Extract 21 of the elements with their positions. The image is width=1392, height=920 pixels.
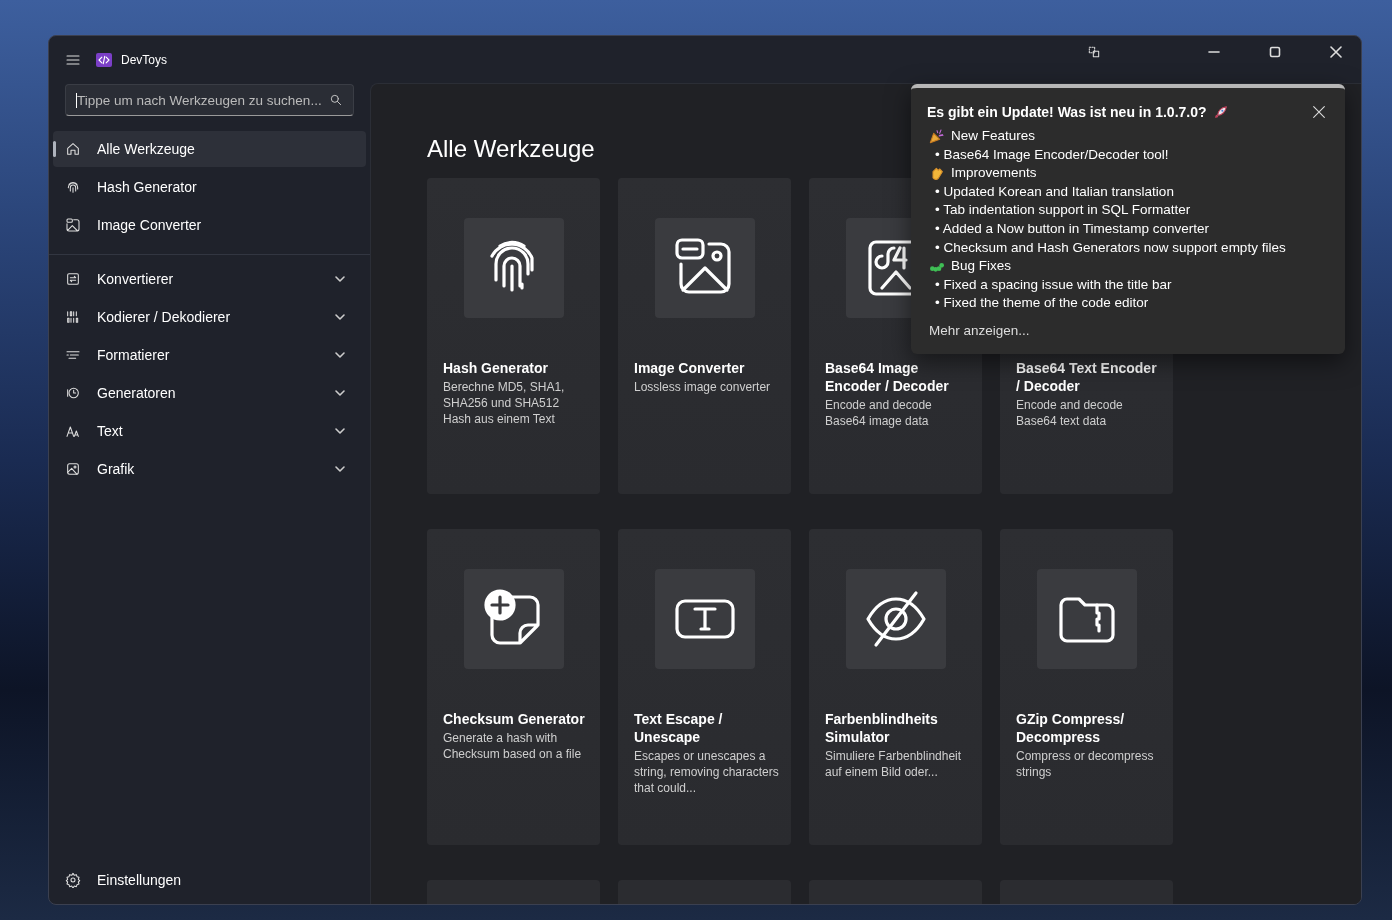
- card-title: Image Converter: [634, 359, 746, 377]
- card-description: Lossless image converter: [634, 379, 772, 395]
- card-title: Base64 Text Encoder / Decoder: [1016, 359, 1158, 395]
- card-title: Checksum Generator: [443, 710, 586, 728]
- release-note: • Base64 Image Encoder/Decoder tool!: [935, 145, 1169, 164]
- card-description: Encode and decode Base64 image data: [825, 397, 933, 429]
- card-title: Base64 Image Encoder / Decoder: [825, 359, 950, 395]
- section-heading: New Features: [951, 127, 1036, 145]
- page-title: Alle Werkzeuge: [427, 134, 595, 164]
- popup-title: Es gibt ein Update! Was ist neu in 1.0.7.0?: [927, 104, 1207, 120]
- card-title: Farbenblindheits Simulator: [825, 710, 939, 746]
- card-title: Text Escape / Unescape: [634, 710, 724, 746]
- card-title: Hash Generator: [443, 359, 550, 377]
- card-description: Berechne MD5, SHA1, SHA256 und SHA512 Hash aus einem Text: [443, 379, 566, 427]
- card-description: Simuliere Farbenblindheit auf einem Bild oder...: [825, 748, 963, 780]
- card-description: Escapes or unescapes a string, removing characters that could...: [634, 748, 779, 796]
- card-description: Compress or decompress strings: [1016, 748, 1155, 780]
- card-description: Encode and decode Base64 text data: [1016, 397, 1124, 429]
- card-description: Generate a hash with Checksum based on a file: [443, 730, 583, 762]
- window-title: DevToys: [121, 52, 167, 67]
- card-title: GZip Compress/ Decompress: [1016, 710, 1126, 746]
